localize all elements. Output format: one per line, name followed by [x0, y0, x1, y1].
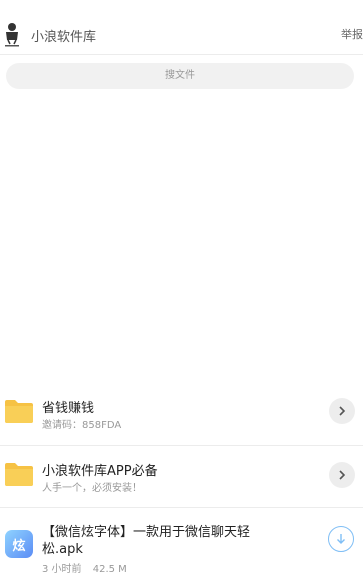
- open-folder-button[interactable]: [329, 398, 355, 424]
- folder-title: 小浪软件库APP必备: [42, 464, 158, 479]
- folder-subtitle: 人手一个，必须安装！: [42, 483, 142, 494]
- chevron-right-icon: [339, 406, 346, 416]
- chevron-right-icon: [339, 470, 346, 480]
- search-input[interactable]: 搜文件: [6, 63, 354, 89]
- folder-item-essentials[interactable]: 小浪软件库APP必备 人手一个，必须安装！: [0, 448, 363, 504]
- folder-title: 省钱赚钱: [42, 401, 95, 416]
- header-divider: [0, 54, 363, 55]
- folder-item-saving[interactable]: 省钱赚钱 邀请码：858FDA: [0, 387, 363, 443]
- row-divider: [0, 445, 363, 446]
- folder-icon: [5, 400, 33, 423]
- file-title: 【微信炫字体】一款用于微信聊天轻松.apk: [42, 525, 251, 557]
- apk-icon: 炫: [5, 530, 33, 558]
- open-folder-button[interactable]: [329, 462, 355, 488]
- folder-icon: [5, 463, 33, 486]
- report-button[interactable]: 举报: [341, 26, 363, 42]
- header: 小浪软件库 举报: [0, 0, 363, 56]
- app-logo-icon: [5, 23, 19, 47]
- row-divider: [0, 507, 363, 508]
- app-title: 小浪软件库: [31, 30, 97, 45]
- download-icon: [337, 534, 345, 544]
- folder-subtitle: 邀请码：858FDA: [42, 420, 122, 431]
- file-meta: 3 小时前 42.5 M: [42, 560, 127, 575]
- download-button[interactable]: [328, 526, 354, 552]
- file-size: 42.5 M: [92, 564, 127, 575]
- file-time: 3 小时前: [42, 564, 82, 575]
